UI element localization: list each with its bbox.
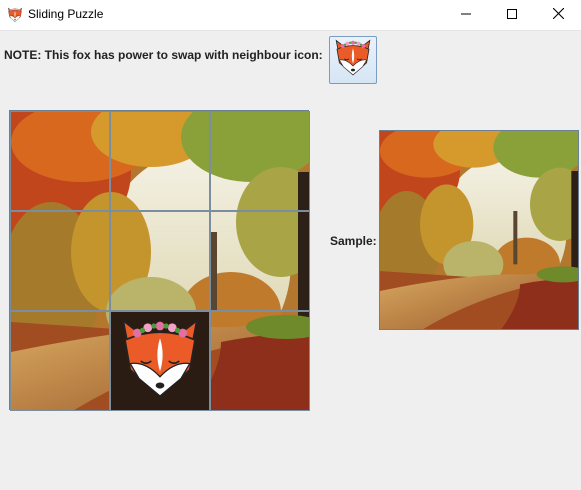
maximize-button[interactable] xyxy=(489,0,535,30)
fox-icon xyxy=(333,38,373,83)
fox-icon xyxy=(111,312,209,410)
fox-swap-button[interactable] xyxy=(329,36,377,84)
fox-icon xyxy=(7,7,23,23)
minimize-icon xyxy=(461,6,471,24)
window-title: Sliding Puzzle xyxy=(28,7,104,21)
puzzle-tile[interactable] xyxy=(10,311,110,411)
puzzle-tile[interactable] xyxy=(210,111,310,211)
puzzle-tile[interactable] xyxy=(110,211,210,311)
sample-label: Sample: xyxy=(330,234,377,248)
puzzle-board xyxy=(9,110,310,411)
fox-tile[interactable] xyxy=(110,311,210,411)
maximize-icon xyxy=(507,6,517,24)
puzzle-tile[interactable] xyxy=(110,111,210,211)
puzzle-tile[interactable] xyxy=(210,211,310,311)
sample-image xyxy=(379,130,579,330)
puzzle-tile[interactable] xyxy=(10,111,110,211)
title-bar: Sliding Puzzle xyxy=(0,0,581,31)
close-button[interactable] xyxy=(535,0,581,30)
note-text: NOTE: This fox has power to swap with ne… xyxy=(4,48,323,62)
puzzle-tile[interactable] xyxy=(210,311,310,411)
minimize-button[interactable] xyxy=(443,0,489,30)
puzzle-tile[interactable] xyxy=(10,211,110,311)
close-icon xyxy=(552,6,564,24)
